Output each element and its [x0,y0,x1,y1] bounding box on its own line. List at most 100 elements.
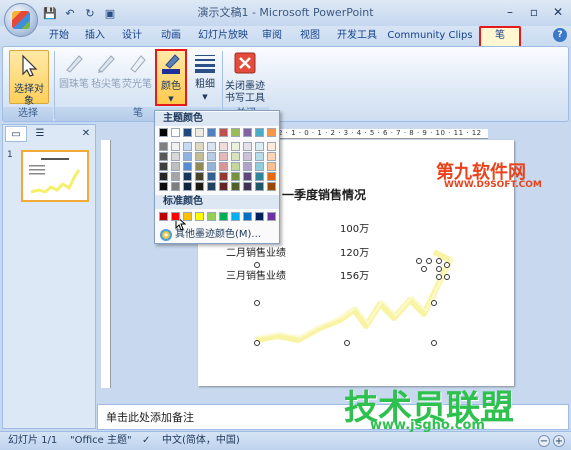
color-swatch[interactable] [231,172,240,181]
selection-handle[interactable] [431,300,437,306]
zoom-in-button[interactable]: + [553,435,565,447]
color-swatch[interactable] [231,152,240,161]
ballpoint-pen-button[interactable]: 圆珠笔 [58,53,90,91]
color-button[interactable]: 颜色 ▼ [155,49,187,106]
standard-color-swatch[interactable] [267,212,276,221]
notes-placeholder[interactable]: 单击此处添加备注 [106,409,194,425]
color-swatch[interactable] [159,182,168,191]
minimize-button[interactable]: – [501,4,519,20]
color-swatch[interactable] [255,142,264,151]
selection-handle[interactable] [416,258,422,264]
standard-color-swatch[interactable] [243,212,252,221]
color-swatch[interactable] [195,172,204,181]
tab-slides[interactable]: ▭ [5,126,27,142]
spelling-check-icon[interactable]: ✓ [142,432,150,450]
color-swatch[interactable] [207,162,216,171]
color-swatch[interactable] [171,162,180,171]
color-swatch[interactable] [219,172,228,181]
color-swatch[interactable] [159,142,168,151]
color-swatch[interactable] [207,182,216,191]
color-swatch[interactable] [243,128,252,137]
restore-button[interactable]: ▫ [525,4,543,20]
standard-color-swatch[interactable] [219,212,228,221]
color-swatch[interactable] [219,128,228,137]
standard-color-swatch[interactable] [255,212,264,221]
color-swatch[interactable] [159,162,168,171]
color-swatch[interactable] [231,182,240,191]
color-swatch[interactable] [219,152,228,161]
tab-insert[interactable]: 插入 [80,26,110,46]
color-swatch[interactable] [207,172,216,181]
color-swatch[interactable] [231,162,240,171]
selection-handle[interactable] [431,340,437,346]
color-swatch[interactable] [243,162,252,171]
selection-handle[interactable] [254,262,260,268]
slide-thumbnail[interactable] [21,150,89,202]
color-swatch[interactable] [207,142,216,151]
selection-handle[interactable] [254,300,260,306]
language-status[interactable]: 中文(简体，中国) [162,432,240,450]
tab-review[interactable]: 审阅 [257,26,287,46]
close-button[interactable]: ✕ [549,4,567,20]
color-swatch[interactable] [267,128,276,137]
color-swatch[interactable] [267,152,276,161]
color-swatch[interactable] [243,172,252,181]
color-swatch[interactable] [243,142,252,151]
color-swatch[interactable] [219,162,228,171]
color-swatch[interactable] [159,172,168,181]
office-button[interactable] [4,3,38,37]
color-swatch[interactable] [195,142,204,151]
select-object-button[interactable]: 选择对象 [9,50,49,107]
selection-handle[interactable] [444,262,450,268]
color-swatch[interactable] [183,128,192,137]
color-swatch[interactable] [171,142,180,151]
color-swatch[interactable] [159,128,168,137]
selection-handle[interactable] [436,274,442,280]
selection-handle[interactable] [426,258,432,264]
tab-slideshow[interactable]: 幻灯片放映 [196,26,250,46]
selection-handle[interactable] [436,258,442,264]
color-swatch[interactable] [207,128,216,137]
tab-view[interactable]: 视图 [295,26,325,46]
standard-color-swatch[interactable] [171,212,180,221]
standard-color-swatch[interactable] [207,212,216,221]
selection-handle[interactable] [421,266,427,272]
color-swatch[interactable] [195,152,204,161]
selection-handle[interactable] [436,266,442,272]
color-swatch[interactable] [195,162,204,171]
color-swatch[interactable] [171,152,180,161]
color-swatch[interactable] [231,128,240,137]
color-swatch[interactable] [195,182,204,191]
color-swatch[interactable] [255,172,264,181]
color-swatch[interactable] [219,142,228,151]
close-ink-tools-button[interactable]: 关闭墨迹 书写工具 [223,51,267,105]
color-swatch[interactable] [267,182,276,191]
pane-close-button[interactable]: ✕ [79,126,93,142]
color-swatch[interactable] [195,128,204,137]
color-swatch[interactable] [183,172,192,181]
highlighter-button[interactable]: 荧光笔 [122,53,152,91]
color-swatch[interactable] [183,162,192,171]
color-swatch[interactable] [267,172,276,181]
color-swatch[interactable] [255,182,264,191]
color-swatch[interactable] [171,172,180,181]
color-swatch[interactable] [207,152,216,161]
zoom-out-button[interactable]: − [538,435,550,447]
color-swatch[interactable] [159,152,168,161]
color-swatch[interactable] [267,142,276,151]
tab-community-clips[interactable]: Community Clips [387,26,473,46]
tab-animations[interactable]: 动画 [156,26,186,46]
selection-handle[interactable] [344,340,350,346]
color-swatch[interactable] [219,182,228,191]
color-swatch[interactable] [171,128,180,137]
standard-color-swatch[interactable] [183,212,192,221]
color-swatch[interactable] [255,162,264,171]
felt-pen-button[interactable]: 毡尖笔 [90,53,122,91]
tab-developer[interactable]: 开发工具 [333,26,381,46]
tab-pen[interactable]: 笔 [479,26,521,46]
color-swatch[interactable] [183,152,192,161]
color-swatch[interactable] [183,142,192,151]
help-icon[interactable]: ? [553,28,567,42]
color-swatch[interactable] [255,128,264,137]
color-swatch[interactable] [243,182,252,191]
